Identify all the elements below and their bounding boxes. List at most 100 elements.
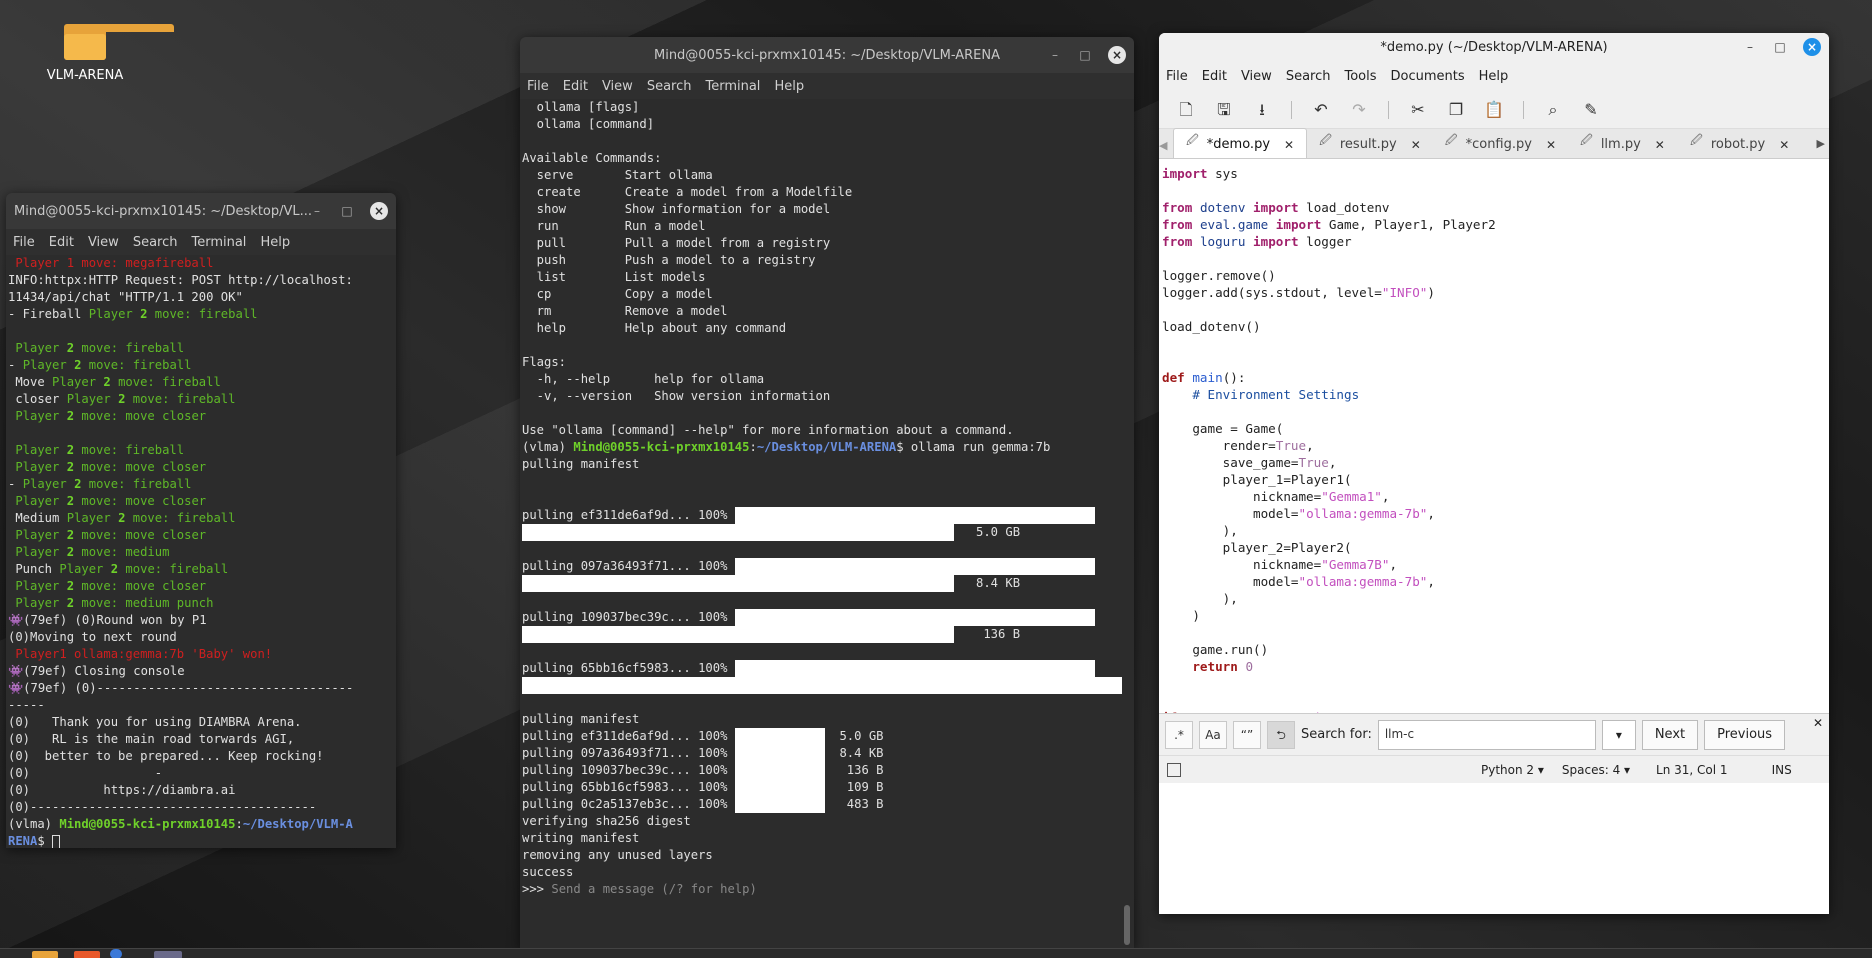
new-file-icon[interactable]: 🗋 [1171,96,1201,124]
menu-file[interactable]: File [6,235,42,250]
document-icon: 🖉 [1186,133,1199,147]
left-terminal-window[interactable]: Mind@0055-kci-prxmx10145: ~/Desktop/VL..… [6,193,396,848]
window-title: Mind@0055-kci-prxmx10145: ~/Desktop/VL..… [14,203,313,219]
editor-titlebar[interactable]: *demo.py (~/Desktop/VLM-ARENA) – □ × [1159,33,1829,61]
menu-terminal[interactable]: Terminal [184,235,253,250]
terminal-line: Player1 ollama:gemma:7b 'Baby' won! [8,647,273,661]
editor-menubar: File Edit View Search Tools Documents He… [1159,61,1829,91]
tab-result-py[interactable]: 🖉 result.py ✕ [1307,128,1433,158]
editor-window[interactable]: *demo.py (~/Desktop/VLM-ARENA) – □ × Fil… [1159,33,1829,914]
menu-view[interactable]: View [1234,69,1279,84]
copy-icon[interactable]: ❐ [1441,96,1471,124]
search-input[interactable]: llm-c [1377,719,1596,750]
taskbar-files-icon[interactable] [32,951,58,958]
save-icon[interactable]: ⭳ [1247,96,1277,124]
taskbar-terminal-icon[interactable] [154,951,182,958]
mid-terminal-window[interactable]: Mind@0055-kci-prxmx10145: ~/Desktop/VLM-… [520,37,1134,948]
language-selector[interactable]: Python 2 ▾ [1481,763,1544,777]
tab-llm-py[interactable]: 🖉 llm.py ✕ [1568,128,1678,158]
undo-icon[interactable]: ↶ [1306,96,1336,124]
tab-robot-py[interactable]: 🖉 robot.py ✕ [1678,128,1801,158]
open-file-icon[interactable]: 🖫 [1209,96,1239,124]
tab-scroll-left-icon[interactable]: ◀ [1159,139,1173,158]
match-case-toggle[interactable]: Aa [1199,720,1227,749]
wrap-around-toggle[interactable]: ⮌ [1267,720,1295,749]
menu-search[interactable]: Search [126,235,185,250]
indent-label: Spaces: 4 [1561,762,1621,777]
code-line: ), [1162,591,1238,606]
menu-help[interactable]: Help [1472,69,1516,84]
menu-help[interactable]: Help [253,235,297,250]
pull-summary-row: pulling 109037bec39c... 100% 136 B [522,762,884,779]
tab-demo-py[interactable]: 🖉 *demo.py ✕ [1173,128,1308,158]
taskbar-badge-icon[interactable] [110,949,122,958]
close-icon[interactable]: × [1108,46,1126,64]
left-terminal-output[interactable]: Player 1 move: megafireball INFO:httpx:HT… [6,255,396,848]
terminal-line: Player 2 move: medium punch [8,596,214,610]
menu-terminal[interactable]: Terminal [698,79,767,94]
menu-search[interactable]: Search [1279,69,1338,84]
terminal-line: 👾(79ef) Closing console [8,664,185,678]
sidebar-toggle-icon[interactable] [1167,762,1181,777]
close-icon[interactable]: × [1803,38,1821,56]
maximize-icon[interactable]: □ [340,204,354,218]
terminal-scrollbar[interactable] [1124,905,1130,945]
code-line: # Environment Settings [1192,387,1360,402]
left-terminal-titlebar[interactable]: Mind@0055-kci-prxmx10145: ~/Desktop/VL..… [6,193,396,229]
menu-edit[interactable]: Edit [1195,69,1234,84]
menu-file[interactable]: File [1159,69,1195,84]
menu-help[interactable]: Help [767,79,811,94]
code-line: def main(): [1162,370,1246,385]
paste-icon[interactable]: 📋 [1479,96,1509,124]
close-search-icon[interactable]: ✕ [1813,716,1823,730]
menu-edit[interactable]: Edit [42,235,81,250]
minimize-icon[interactable]: – [1743,40,1757,54]
taskbar-firefox-icon[interactable] [74,951,100,958]
code-editor[interactable]: import sys from dotenv import load_doten… [1159,159,1829,742]
tab-config-py[interactable]: 🖉 *config.py ✕ [1433,128,1568,158]
desktop-folder-vlm-arena[interactable]: VLM-ARENA [40,24,174,83]
tab-scroll-right-icon[interactable]: ▶ [1817,137,1825,150]
next-button[interactable]: Next [1641,719,1699,750]
minimize-icon[interactable]: – [310,204,324,218]
terminal-line: ----- [8,698,45,712]
previous-button[interactable]: Previous [1704,719,1786,750]
terminal-line: - Player 2 move: fireball [8,477,192,491]
mid-terminal-output[interactable]: ollama [flags] ollama [command] Availabl… [520,99,1134,898]
menu-tools[interactable]: Tools [1337,69,1383,84]
chat-prompt-input[interactable]: >>> Send a message (/? for help) [522,881,1134,898]
code-line: nickname="Gemma7B", [1162,557,1398,572]
menu-view[interactable]: View [595,79,640,94]
cut-icon[interactable]: ✂ [1403,96,1433,124]
search-history-dropdown[interactable]: ▾ [1601,719,1636,750]
terminal-line: push Push a model to a registry [522,253,816,267]
tab-close-icon[interactable]: ✕ [1284,138,1294,152]
search-icon[interactable]: ⌕ [1538,96,1568,124]
maximize-icon[interactable]: □ [1773,40,1787,54]
menu-documents[interactable]: Documents [1384,69,1472,84]
pull-progress-bar [734,728,825,745]
insert-mode: INS [1771,762,1792,777]
menu-search[interactable]: Search [640,79,699,94]
menu-file[interactable]: File [520,79,556,94]
redo-icon[interactable]: ↷ [1344,96,1374,124]
code-line: from eval.game import Game, Player1, Pla… [1162,217,1496,232]
menu-view[interactable]: View [81,235,126,250]
minimize-icon[interactable]: – [1048,48,1062,62]
close-icon[interactable]: × [370,202,388,220]
tab-close-icon[interactable]: ✕ [1779,138,1789,152]
tab-close-icon[interactable]: ✕ [1411,138,1421,152]
tab-close-icon[interactable]: ✕ [1546,138,1556,152]
tab-close-icon[interactable]: ✕ [1655,138,1665,152]
maximize-icon[interactable]: □ [1078,48,1092,62]
terminal-line: show Show information for a model [522,202,831,216]
whole-word-toggle[interactable]: “” [1233,720,1261,749]
pull-progress-bar [734,558,1095,575]
menu-edit[interactable]: Edit [556,79,595,94]
pull-progress-row2: 8.4 KB [522,575,1134,592]
replace-icon[interactable]: ✎ [1576,96,1606,124]
regex-toggle[interactable]: .* [1165,720,1193,749]
indent-selector[interactable]: Spaces: 4 ▾ [1562,763,1630,777]
mid-terminal-titlebar[interactable]: Mind@0055-kci-prxmx10145: ~/Desktop/VLM-… [520,37,1134,73]
tab-label: llm.py [1600,137,1641,152]
